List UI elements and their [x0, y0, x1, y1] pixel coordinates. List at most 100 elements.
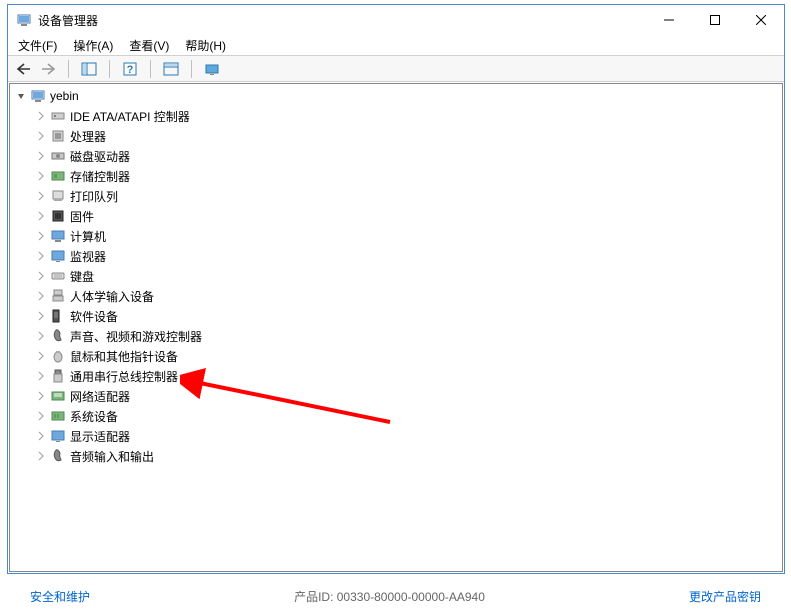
expand-icon[interactable] — [34, 349, 48, 363]
toolbar: ? — [8, 56, 784, 82]
tree-item-label: 处理器 — [70, 128, 106, 145]
processor-icon — [50, 128, 66, 144]
title-bar: 设备管理器 — [8, 5, 784, 35]
bg-product-id: 产品ID: 00330-80000-00000-AA940 — [294, 588, 485, 605]
storage-controller-icon — [50, 168, 66, 184]
device-manager-icon — [16, 12, 32, 28]
tree-item-label: 固件 — [70, 208, 94, 225]
tree-item-label: 网络适配器 — [70, 388, 130, 405]
tree-item-label: 系统设备 — [70, 408, 118, 425]
hid-icon — [50, 288, 66, 304]
expand-icon[interactable] — [34, 209, 48, 223]
audio-io-icon — [50, 448, 66, 464]
expand-icon[interactable] — [34, 229, 48, 243]
tree-item[interactable]: 监视器 — [10, 246, 782, 266]
menu-help[interactable]: 帮助(H) — [177, 35, 234, 55]
expand-icon[interactable] — [34, 129, 48, 143]
maximize-button[interactable] — [692, 5, 738, 35]
expand-icon[interactable] — [34, 409, 48, 423]
svg-text:?: ? — [127, 64, 134, 76]
print-queue-icon — [50, 188, 66, 204]
keyboard-icon — [50, 268, 66, 284]
tree-item[interactable]: 网络适配器 — [10, 386, 782, 406]
expand-icon[interactable] — [34, 329, 48, 343]
usb-icon — [50, 368, 66, 384]
expand-icon[interactable] — [34, 249, 48, 263]
background-strip: 安全和维护 产品ID: 00330-80000-00000-AA940 更改产品… — [0, 578, 791, 614]
menu-bar: 文件(F) 操作(A) 查看(V) 帮助(H) — [8, 35, 784, 56]
tree-item-label: IDE ATA/ATAPI 控制器 — [70, 108, 190, 125]
tree-item-label: 软件设备 — [70, 308, 118, 325]
tree-item-label: 通用串行总线控制器 — [70, 368, 178, 385]
tree-item[interactable]: 通用串行总线控制器 — [10, 366, 782, 386]
bg-link-right[interactable]: 更改产品密钥 — [689, 588, 761, 605]
expand-icon[interactable] — [34, 369, 48, 383]
tree-item[interactable]: 音频输入和输出 — [10, 446, 782, 466]
expand-icon[interactable] — [34, 149, 48, 163]
tree-item-label: 音频输入和输出 — [70, 448, 154, 465]
tree-item-label: 键盘 — [70, 268, 94, 285]
close-button[interactable] — [738, 5, 784, 35]
toolbar-divider — [68, 60, 69, 78]
scan-hardware-button[interactable] — [200, 58, 224, 80]
device-tree[interactable]: yebin IDE ATA/ATAPI 控制器处理器磁盘驱动器存储控制器打印队列… — [9, 83, 783, 572]
tree-item-label: 计算机 — [70, 228, 106, 245]
tree-item[interactable]: IDE ATA/ATAPI 控制器 — [10, 106, 782, 126]
device-manager-window: 设备管理器 文件(F) 操作(A) 查看(V) 帮助(H) — [7, 4, 785, 574]
bg-link-left[interactable]: 安全和维护 — [30, 588, 90, 605]
toolbar-divider — [109, 60, 110, 78]
tree-item[interactable]: 系统设备 — [10, 406, 782, 426]
tree-item[interactable]: 磁盘驱动器 — [10, 146, 782, 166]
tree-item-label: 存储控制器 — [70, 168, 130, 185]
expand-icon[interactable] — [34, 429, 48, 443]
menu-view[interactable]: 查看(V) — [121, 35, 177, 55]
tree-item-label: 鼠标和其他指针设备 — [70, 348, 178, 365]
computer-icon — [30, 88, 46, 104]
tree-item-label: 人体学输入设备 — [70, 288, 154, 305]
tree-item[interactable]: 固件 — [10, 206, 782, 226]
system-device-icon — [50, 408, 66, 424]
expand-icon[interactable] — [34, 269, 48, 283]
tree-item[interactable]: 键盘 — [10, 266, 782, 286]
tree-root-label: yebin — [50, 89, 79, 103]
expand-icon[interactable] — [34, 289, 48, 303]
expand-icon[interactable] — [34, 309, 48, 323]
tree-item-label: 显示适配器 — [70, 428, 130, 445]
tree-item[interactable]: 软件设备 — [10, 306, 782, 326]
tree-item[interactable]: 人体学输入设备 — [10, 286, 782, 306]
window-title: 设备管理器 — [38, 12, 646, 29]
tree-item-label: 监视器 — [70, 248, 106, 265]
tree-item[interactable]: 计算机 — [10, 226, 782, 246]
monitor-icon — [50, 248, 66, 264]
menu-action[interactable]: 操作(A) — [65, 35, 121, 55]
expand-icon[interactable] — [34, 389, 48, 403]
tree-item[interactable]: 存储控制器 — [10, 166, 782, 186]
tree-item[interactable]: 鼠标和其他指针设备 — [10, 346, 782, 366]
expand-icon[interactable] — [34, 109, 48, 123]
tree-item[interactable]: 声音、视频和游戏控制器 — [10, 326, 782, 346]
network-adapter-icon — [50, 388, 66, 404]
properties-button[interactable] — [159, 58, 183, 80]
tree-item-label: 声音、视频和游戏控制器 — [70, 328, 202, 345]
tree-item[interactable]: 显示适配器 — [10, 426, 782, 446]
tree-item-label: 打印队列 — [70, 188, 118, 205]
menu-file[interactable]: 文件(F) — [10, 35, 65, 55]
minimize-button[interactable] — [646, 5, 692, 35]
expand-icon[interactable] — [34, 449, 48, 463]
tree-root[interactable]: yebin — [10, 86, 782, 106]
show-hide-tree-button[interactable] — [77, 58, 101, 80]
help-button[interactable]: ? — [118, 58, 142, 80]
ide-controller-icon — [50, 108, 66, 124]
window-controls — [646, 5, 784, 35]
tree-item[interactable]: 打印队列 — [10, 186, 782, 206]
expand-icon[interactable] — [34, 169, 48, 183]
expand-icon[interactable] — [34, 189, 48, 203]
tree-item-label: 磁盘驱动器 — [70, 148, 130, 165]
display-adapter-icon — [50, 428, 66, 444]
tree-item[interactable]: 处理器 — [10, 126, 782, 146]
computer-icon — [50, 228, 66, 244]
forward-button[interactable] — [36, 58, 60, 80]
audio-icon — [50, 328, 66, 344]
back-button[interactable] — [12, 58, 36, 80]
collapse-icon[interactable] — [14, 89, 28, 103]
